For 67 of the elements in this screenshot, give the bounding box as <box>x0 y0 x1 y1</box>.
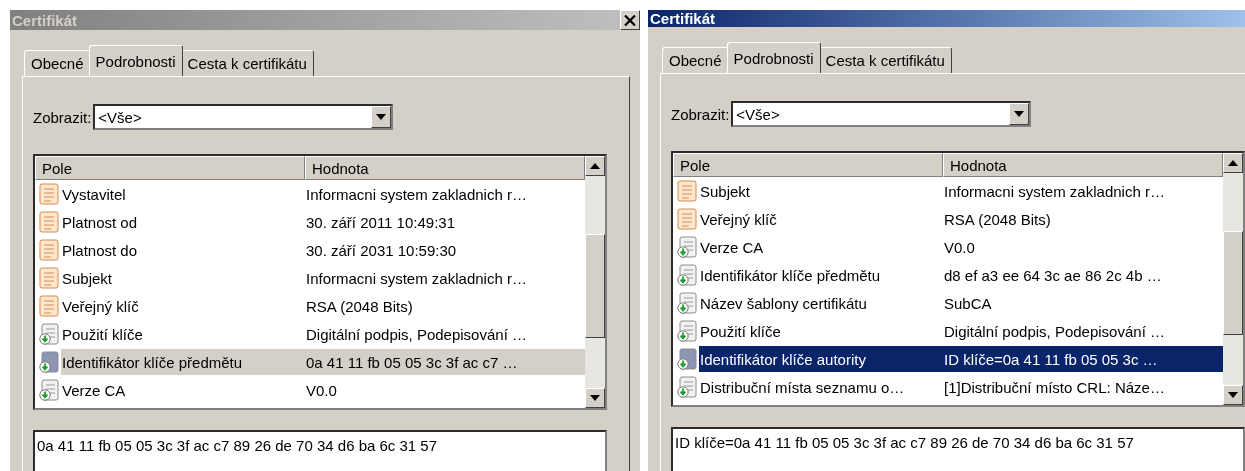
field-name[interactable]: Vystavitel <box>61 181 306 207</box>
up-arrow-icon <box>590 163 600 169</box>
column-header[interactable]: Pole <box>673 153 943 177</box>
document-icon <box>39 211 59 233</box>
field-value[interactable]: 0a 41 11 fb 05 05 3c 3f ac c7 … <box>306 349 585 375</box>
field-value[interactable]: V0.0 <box>306 377 585 403</box>
up-arrow-icon <box>1228 160 1238 166</box>
value-detail-field[interactable]: ID klíče=0a 41 11 fb 05 05 3c 3f ac c7 89 26 de 70 34 d6 ba 6c 31 57 <box>671 427 1245 471</box>
field-value[interactable]: SubCA <box>944 290 1223 316</box>
field-name[interactable]: Veřejný klíč <box>699 206 944 232</box>
scrollbar[interactable] <box>585 156 605 408</box>
field-value[interactable]: Digitální podpis, Podepisování … <box>944 318 1223 344</box>
field-name[interactable]: Identifikátor klíče předmětu <box>699 262 944 288</box>
field-name[interactable]: Identifikátor klíče předmětu <box>61 349 306 375</box>
document-icon <box>677 208 697 230</box>
view-label: Zobrazit: <box>671 105 730 123</box>
down-arrow-icon <box>1228 392 1238 398</box>
field-value[interactable]: RSA (2048 Bits) <box>306 293 585 319</box>
field-name[interactable]: Verze CA <box>699 234 944 260</box>
field-value[interactable]: 30. září 2011 10:49:31 <box>306 209 585 235</box>
field-value[interactable]: d8 ef a3 ee 64 3c ae 86 2c 4b … <box>944 262 1223 288</box>
document-icon <box>39 183 59 205</box>
field-name[interactable]: Platnost od <box>61 209 306 235</box>
document-icon <box>39 295 59 317</box>
close-icon <box>624 14 636 26</box>
document-icon <box>677 180 697 202</box>
column-header[interactable]: Hodnota <box>943 153 1223 177</box>
tab[interactable]: Obecné <box>24 50 91 76</box>
document-icon <box>39 267 59 289</box>
close-button[interactable] <box>620 10 640 30</box>
field-name[interactable]: Subjekt <box>699 178 944 204</box>
view-dropdown[interactable]: <Vše> <box>731 101 1032 127</box>
field-name[interactable]: Použití klíče <box>61 321 306 347</box>
field-name[interactable]: Použití klíče <box>699 318 944 344</box>
tab[interactable]: Obecné <box>662 47 729 73</box>
field-name[interactable]: Subjekt <box>61 265 306 291</box>
view-label: Zobrazit: <box>33 108 92 126</box>
field-value[interactable]: ID klíče=0a 41 11 fb 05 05 3c … <box>944 346 1223 372</box>
tab[interactable]: Podrobnosti <box>88 45 183 76</box>
column-header[interactable]: Pole <box>35 156 305 180</box>
down-arrow-icon <box>590 395 600 401</box>
field-name[interactable]: Distribuční místa seznamu o… <box>699 374 944 400</box>
field-value[interactable]: [1]Distribuční místo CRL: Náze… <box>944 374 1223 400</box>
field-value[interactable]: Digitální podpis, Podepisování … <box>306 321 585 347</box>
column-header[interactable]: Hodnota <box>305 156 585 180</box>
field-value[interactable]: V0.0 <box>944 234 1223 260</box>
caret-icon <box>376 114 387 120</box>
field-value[interactable]: 30. září 2031 10:59:30 <box>306 237 585 263</box>
tab[interactable]: Podrobnosti <box>726 42 821 73</box>
field-name[interactable]: Veřejný klíč <box>61 293 306 319</box>
value-detail-field[interactable]: 0a 41 11 fb 05 05 3c 3f ac c7 89 26 de 70 34 d6 ba 6c 31 57 <box>33 430 607 471</box>
scrollbar[interactable] <box>1223 153 1243 405</box>
field-name[interactable]: Verze CA <box>61 377 306 403</box>
field-value[interactable]: Informacni system zakladnich r… <box>306 181 585 207</box>
tab[interactable]: Cesta k certifikátu <box>818 47 952 73</box>
window-title: Certifikát <box>11 11 78 29</box>
caret-icon <box>1014 111 1025 117</box>
field-name[interactable]: Identifikátor klíče autority <box>699 346 944 372</box>
field-name[interactable]: Název šablony certifikátu <box>699 290 944 316</box>
field-value[interactable]: Informacni system zakladnich r… <box>306 265 585 291</box>
field-value[interactable]: RSA (2048 Bits) <box>944 206 1223 232</box>
view-dropdown[interactable]: <Vše> <box>93 104 394 130</box>
field-name[interactable]: Platnost do <box>61 237 306 263</box>
document-icon <box>39 239 59 261</box>
tab[interactable]: Cesta k certifikátu <box>180 50 314 76</box>
window-title: Certifikát <box>649 10 716 27</box>
field-value[interactable]: Informacni system zakladnich r… <box>944 178 1223 204</box>
